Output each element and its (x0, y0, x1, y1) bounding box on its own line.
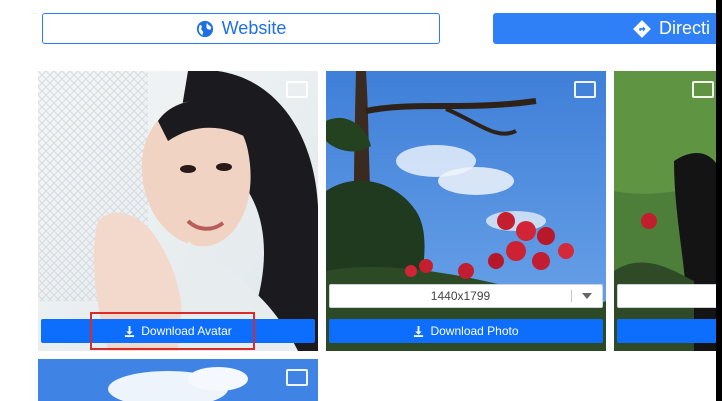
image-icon (286, 369, 308, 386)
third-image-card (614, 71, 722, 351)
download-photo-button[interactable]: Download Photo (329, 319, 603, 343)
page: Website Directi Download Avatar 1440x179… (0, 0, 722, 401)
avatar-image-card: Download Avatar (38, 71, 318, 351)
download-avatar-label: Download Avatar (141, 324, 232, 338)
sky-image-card (38, 359, 318, 401)
size-select-cropped[interactable] (617, 284, 722, 308)
image-icon (574, 81, 596, 98)
tree-roses-photo[interactable] (326, 71, 606, 351)
download-button-cropped[interactable] (617, 319, 722, 343)
blank-image-card (326, 359, 606, 401)
download-icon (414, 325, 424, 337)
website-button[interactable]: Website (42, 13, 440, 44)
image-icon (692, 81, 714, 98)
select-divider (571, 290, 572, 302)
directions-label: Directi (659, 18, 711, 38)
globe-icon (196, 20, 213, 37)
website-label: Website (221, 18, 287, 38)
chevron-down-icon (582, 293, 592, 299)
size-select[interactable]: 1440x1799 (329, 284, 603, 308)
download-photo-label: Download Photo (430, 324, 519, 338)
download-icon (125, 325, 135, 337)
blank-image-card-cropped (614, 359, 722, 401)
third-photo[interactable] (614, 71, 722, 351)
window-edge (716, 0, 722, 401)
size-select-value: 1440x1799 (430, 289, 491, 303)
directions-button[interactable]: Directi (493, 13, 722, 44)
sky-photo[interactable] (38, 359, 318, 401)
download-avatar-button[interactable]: Download Avatar (41, 319, 315, 343)
photo-image-card: 1440x1799 Download Photo (326, 71, 606, 351)
directions-icon (633, 19, 651, 38)
avatar-photo[interactable] (38, 71, 318, 351)
image-icon (286, 81, 308, 98)
